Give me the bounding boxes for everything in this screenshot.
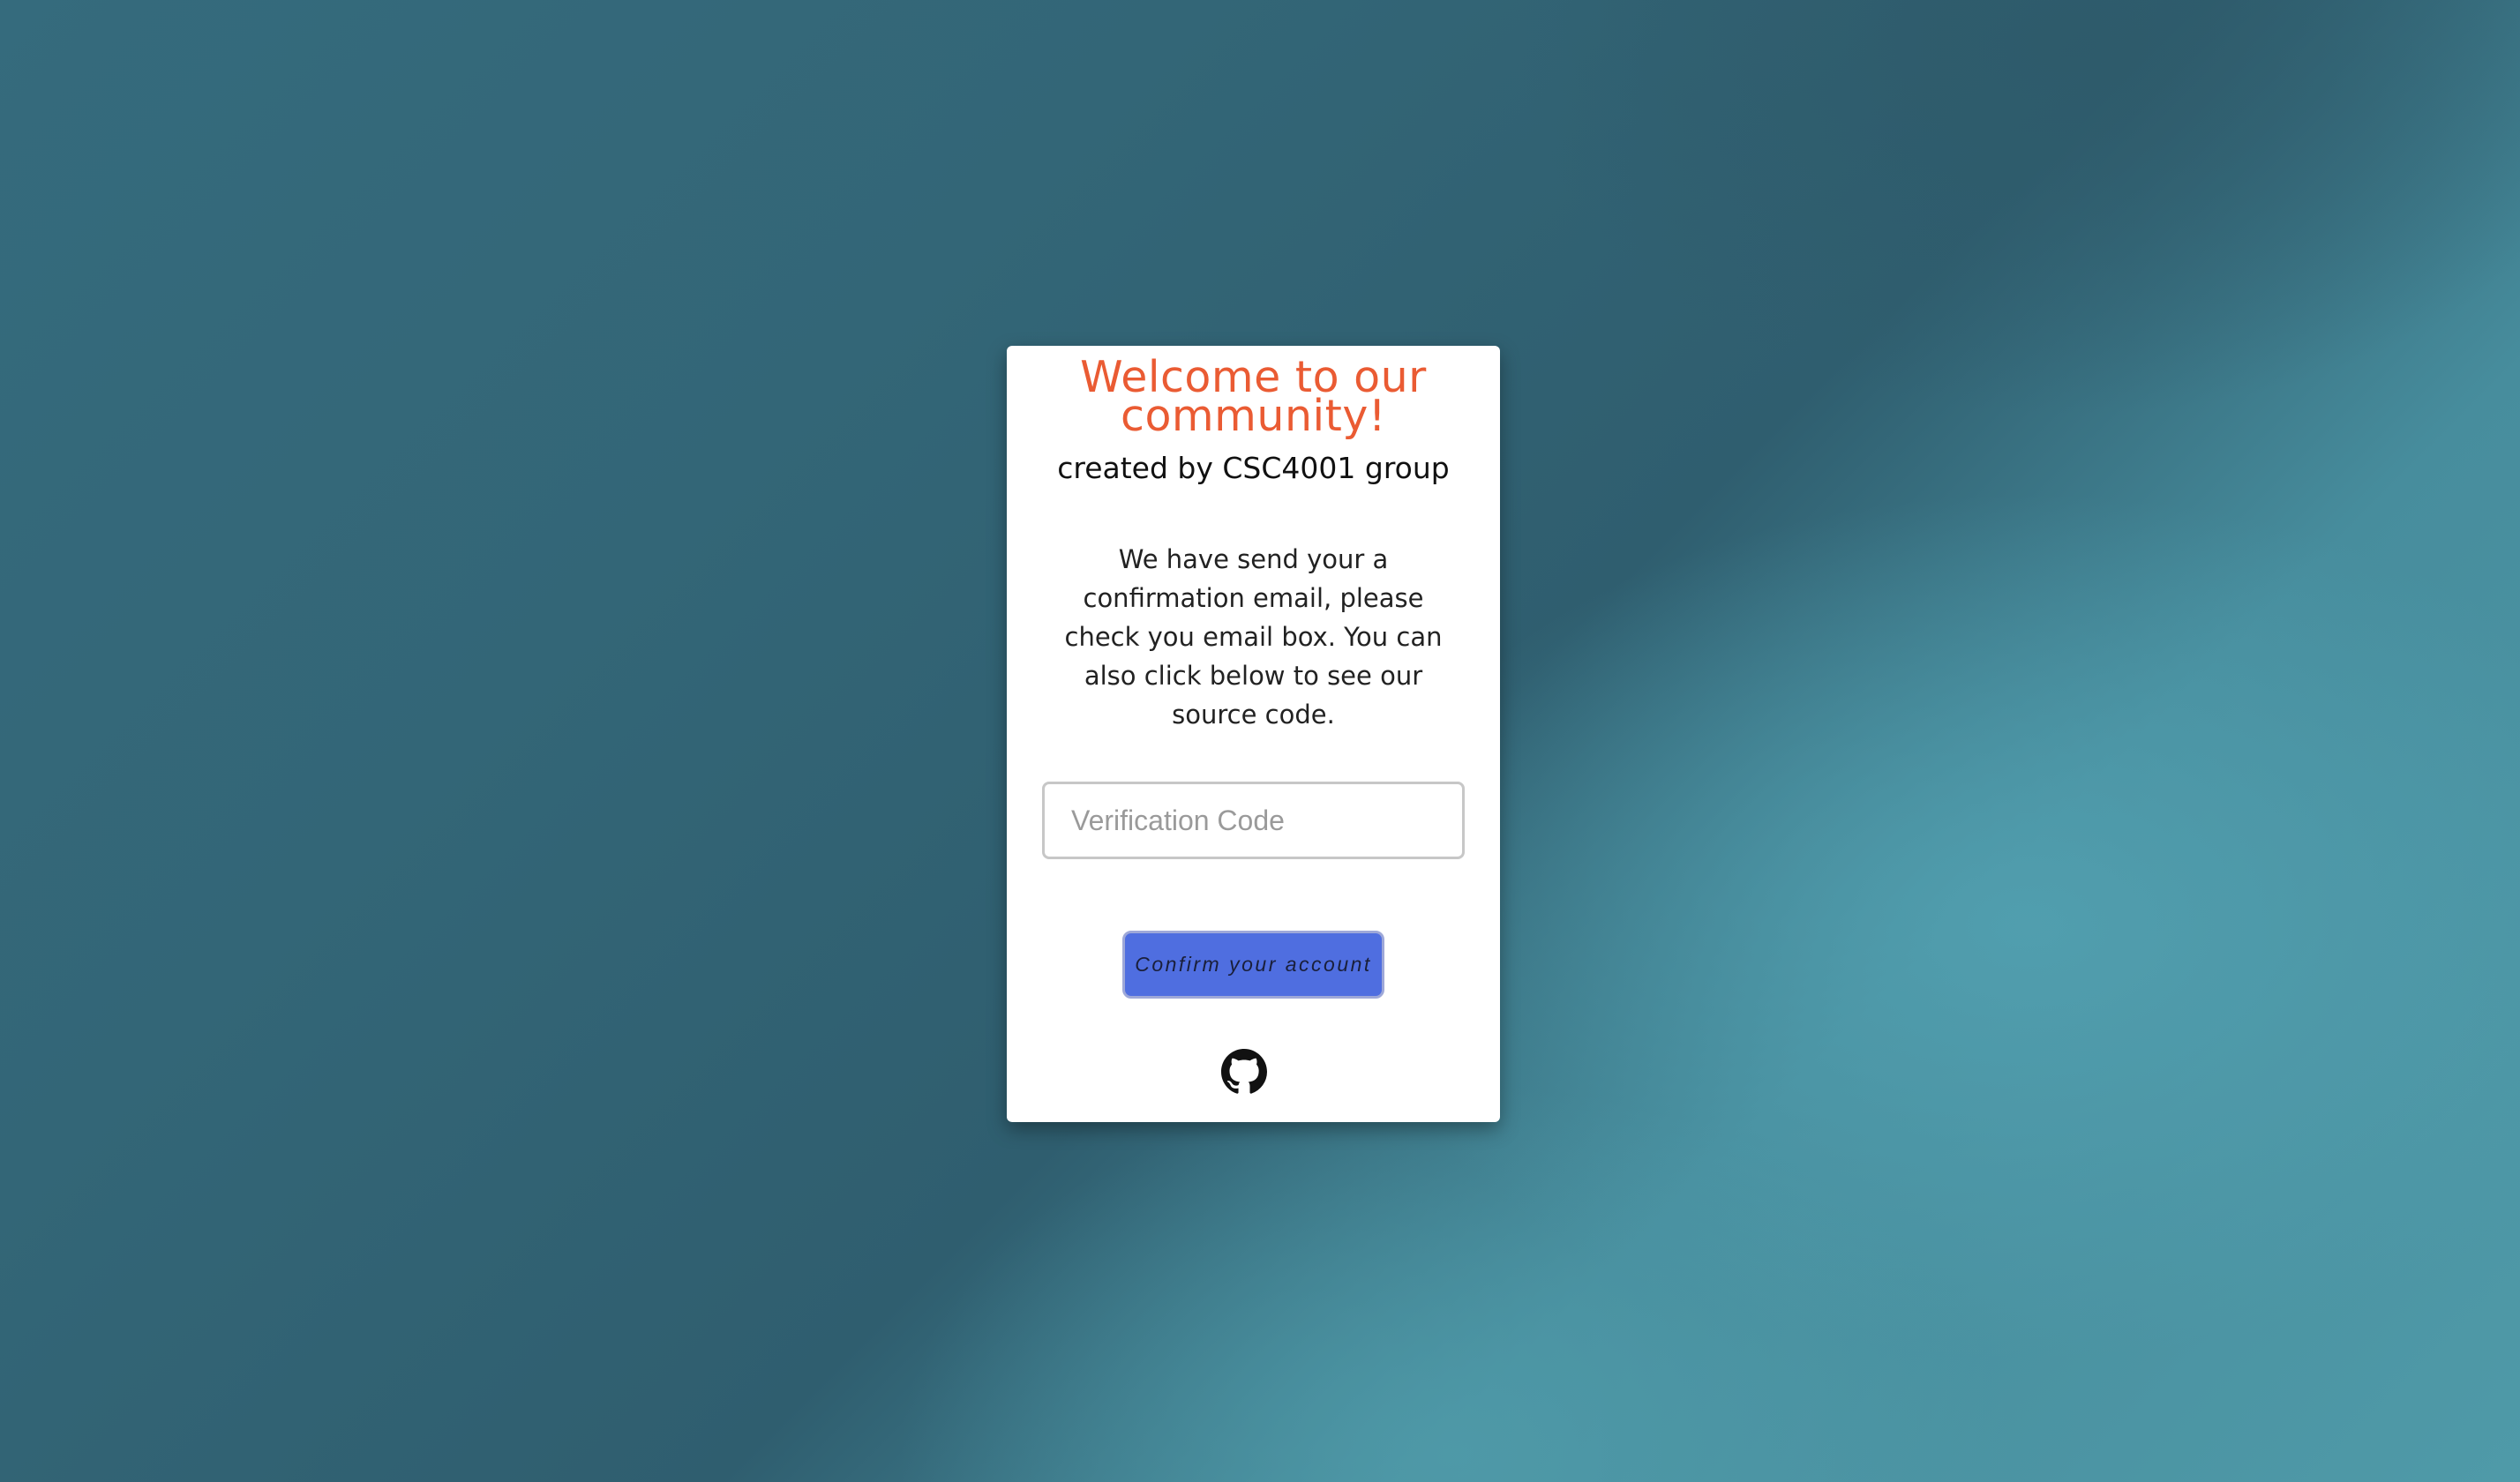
page-background: { "card": { "title": "Welcome to our com… bbox=[0, 0, 2520, 1482]
confirmation-card: Welcome to our community! created by CSC… bbox=[1007, 346, 1500, 1122]
group-subtitle: created by CSC4001 group bbox=[1057, 451, 1450, 485]
welcome-title: Welcome to our community! bbox=[1080, 352, 1427, 441]
confirmation-message: We have send your a confirmation email, … bbox=[1064, 544, 1443, 730]
github-link[interactable] bbox=[1221, 1049, 1267, 1095]
github-icon bbox=[1221, 1049, 1267, 1095]
confirm-account-button[interactable]: Confirm your account bbox=[1122, 931, 1384, 999]
verification-code-input[interactable] bbox=[1042, 782, 1465, 859]
